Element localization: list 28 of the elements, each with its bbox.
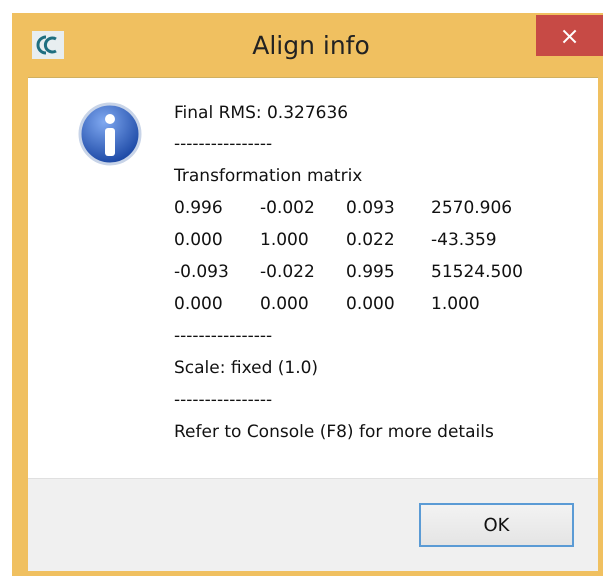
matrix-value: 0.000	[346, 293, 396, 316]
app-logo-icon	[32, 31, 64, 59]
message-text: Refer to Console (F8) for more details	[174, 421, 495, 444]
matrix-value: 0.093	[346, 197, 396, 220]
matrix-value: -0.093	[174, 261, 230, 284]
separator-text: ----------------	[174, 133, 274, 156]
message-text: Scale: fixed (1.0)	[174, 357, 320, 380]
window-title: Align info	[251, 30, 371, 60]
close-button[interactable]: ×	[536, 15, 603, 56]
separator-text: ----------------	[174, 389, 274, 412]
matrix-value: 0.996	[174, 197, 224, 220]
matrix-value: 1.000	[431, 293, 481, 316]
matrix-value: 0.995	[346, 261, 396, 284]
separator-text: ----------------	[174, 325, 274, 348]
matrix-value: 2570.906	[431, 197, 514, 220]
matrix-value: -0.002	[260, 197, 316, 220]
matrix-value: -43.359	[431, 229, 498, 252]
message-text: Final RMS: 0.327636	[174, 102, 350, 125]
matrix-value: 0.000	[174, 293, 224, 316]
matrix-value: 0.000	[260, 293, 310, 316]
message-text: Transformation matrix	[174, 165, 364, 188]
matrix-value: 0.000	[174, 229, 224, 252]
info-icon	[78, 102, 142, 166]
matrix-value: 1.000	[260, 229, 310, 252]
matrix-value: 51524.500	[431, 261, 523, 284]
matrix-value: 0.022	[346, 229, 396, 252]
matrix-value: -0.022	[260, 261, 316, 284]
ok-button[interactable]: OK	[419, 503, 574, 547]
